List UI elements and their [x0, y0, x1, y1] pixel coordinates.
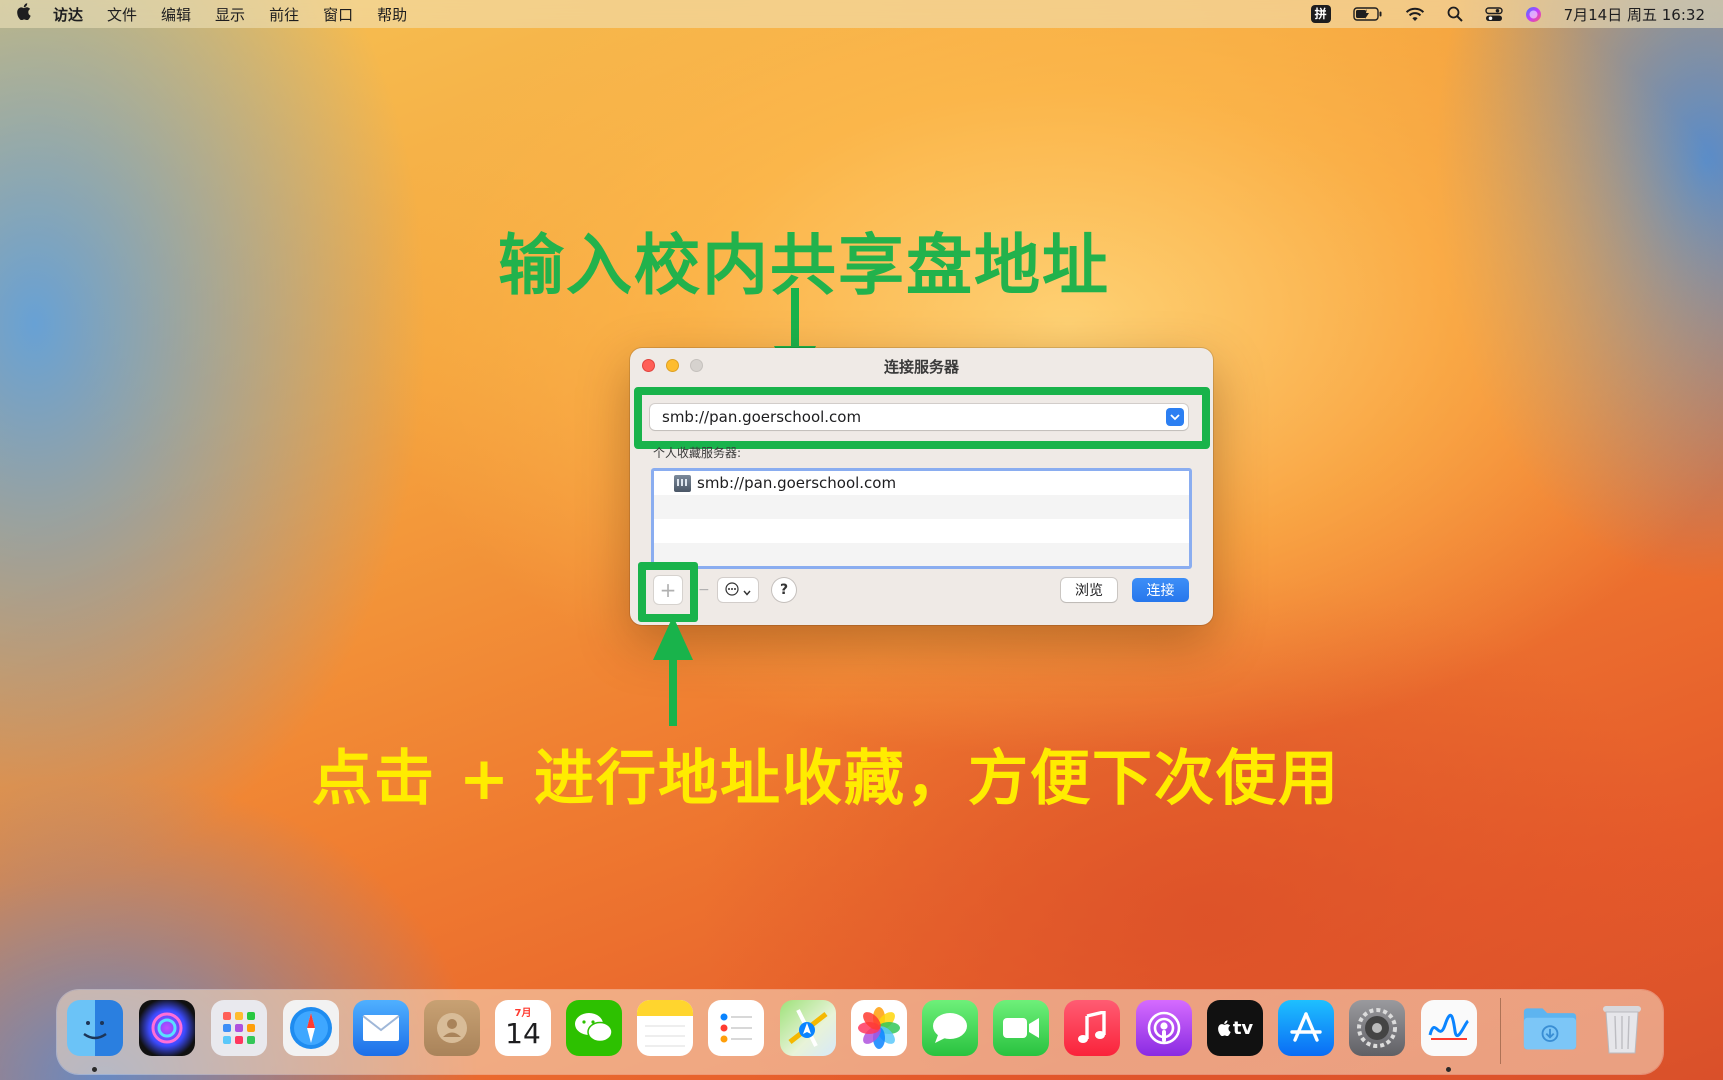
more-options-button[interactable] [718, 578, 758, 602]
menu-edit[interactable]: 编辑 [161, 4, 191, 25]
server-address-field[interactable]: smb://pan.goerschool.com [650, 404, 1188, 430]
annotation-arrow-up [653, 616, 693, 726]
connect-button[interactable]: 连接 [1132, 578, 1189, 602]
remove-favorite-button[interactable]: − [698, 576, 710, 604]
chevron-down-icon[interactable] [1166, 408, 1184, 426]
finder-icon[interactable] [67, 1000, 123, 1056]
calendar-day: 14 [505, 1017, 541, 1050]
close-window-button[interactable] [642, 358, 655, 372]
zoom-window-button [690, 358, 703, 372]
music-icon[interactable] [1064, 1000, 1120, 1056]
apple-menu-icon[interactable] [16, 3, 31, 25]
add-favorite-button[interactable]: + [654, 576, 682, 604]
mail-icon[interactable] [353, 1000, 409, 1056]
podcasts-icon[interactable] [1136, 1000, 1192, 1056]
annotation-bottom-text: 点击 + 进行地址收藏，方便下次使用 [312, 744, 1341, 814]
input-method-indicator[interactable]: 拼 [1310, 5, 1331, 23]
ellipsis-circle-icon [725, 581, 739, 600]
browse-button[interactable]: 浏览 [1061, 578, 1117, 602]
maps-icon[interactable] [780, 1000, 836, 1056]
favorite-servers-list[interactable]: smb://pan.goerschool.com [651, 468, 1192, 569]
wechat-icon[interactable] [566, 1000, 622, 1056]
notes-header [637, 1000, 693, 1016]
facetime-icon[interactable] [993, 1000, 1049, 1056]
list-item-empty [654, 519, 1189, 543]
app-store-icon[interactable] [1278, 1000, 1334, 1056]
contacts-icon[interactable] [424, 1000, 480, 1056]
menu-clock[interactable]: 7月14日 周五 16:32 [1564, 4, 1705, 25]
help-button[interactable]: ? [772, 578, 796, 602]
downloads-folder-icon[interactable] [1522, 1000, 1578, 1056]
siri-app-icon[interactable] [139, 1000, 195, 1056]
running-indicator [1446, 1067, 1451, 1072]
list-item-empty [654, 543, 1189, 566]
menu-view[interactable]: 显示 [215, 4, 245, 25]
siri-icon[interactable] [1525, 6, 1542, 23]
menu-bar: 访达 文件 编辑 显示 前往 窗口 帮助 拼 7月14日 周五 16:32 [0, 0, 1723, 28]
dock-separator [1500, 998, 1501, 1064]
freeform-icon[interactable] [1421, 1000, 1477, 1056]
server-address-value: smb://pan.goerschool.com [662, 408, 862, 426]
favorite-server-label: smb://pan.goerschool.com [697, 474, 897, 492]
apple-tv-icon[interactable]: tv [1207, 1000, 1263, 1056]
menu-app-finder[interactable]: 访达 [53, 4, 83, 25]
spotlight-search-icon[interactable] [1447, 6, 1463, 22]
menu-file[interactable]: 文件 [107, 4, 137, 25]
calendar-icon[interactable]: 7月 14 [495, 1000, 551, 1056]
photos-icon[interactable] [851, 1000, 907, 1056]
dialog-title: 连接服务器 [883, 358, 959, 376]
minimize-window-button[interactable] [666, 358, 679, 372]
battery-icon[interactable] [1352, 7, 1383, 21]
menu-window[interactable]: 窗口 [323, 4, 353, 25]
connect-to-server-dialog: 连接服务器 smb://pan.goerschool.com 个人收藏服务器: … [630, 348, 1213, 625]
favorites-label: 个人收藏服务器: [653, 446, 742, 460]
safari-icon[interactable] [283, 1000, 339, 1056]
control-center-icon[interactable] [1484, 6, 1503, 22]
chevron-down-icon [743, 581, 751, 600]
list-item[interactable]: smb://pan.goerschool.com [654, 471, 1189, 495]
system-settings-icon[interactable] [1349, 1000, 1405, 1056]
trash-icon[interactable] [1594, 1000, 1650, 1056]
messages-icon[interactable] [922, 1000, 978, 1056]
menu-go[interactable]: 前往 [269, 4, 299, 25]
launchpad-icon[interactable] [211, 1000, 267, 1056]
menu-help[interactable]: 帮助 [377, 4, 407, 25]
apple-tv-label: tv [1232, 1017, 1254, 1039]
dialog-titlebar[interactable]: 连接服务器 [630, 348, 1213, 382]
wifi-icon[interactable] [1405, 7, 1425, 22]
reminders-icon[interactable] [708, 1000, 764, 1056]
list-item-empty [654, 495, 1189, 519]
notes-icon[interactable] [637, 1000, 693, 1056]
running-indicator [92, 1067, 97, 1072]
server-icon [674, 474, 691, 492]
